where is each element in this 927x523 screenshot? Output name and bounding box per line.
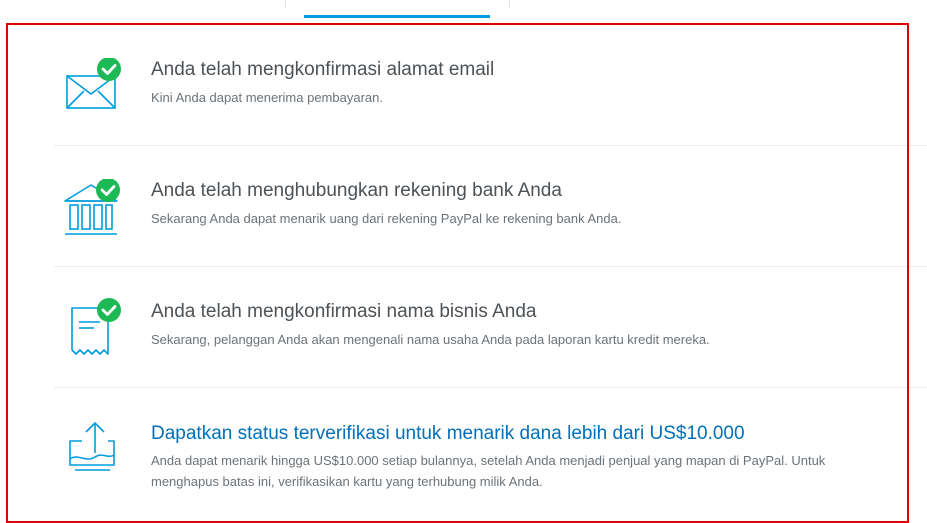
tab-divider [285,0,286,8]
highlight-box [6,23,909,523]
active-tab-indicator [304,15,490,18]
tab-bar [0,0,927,20]
tab-divider [509,0,510,8]
